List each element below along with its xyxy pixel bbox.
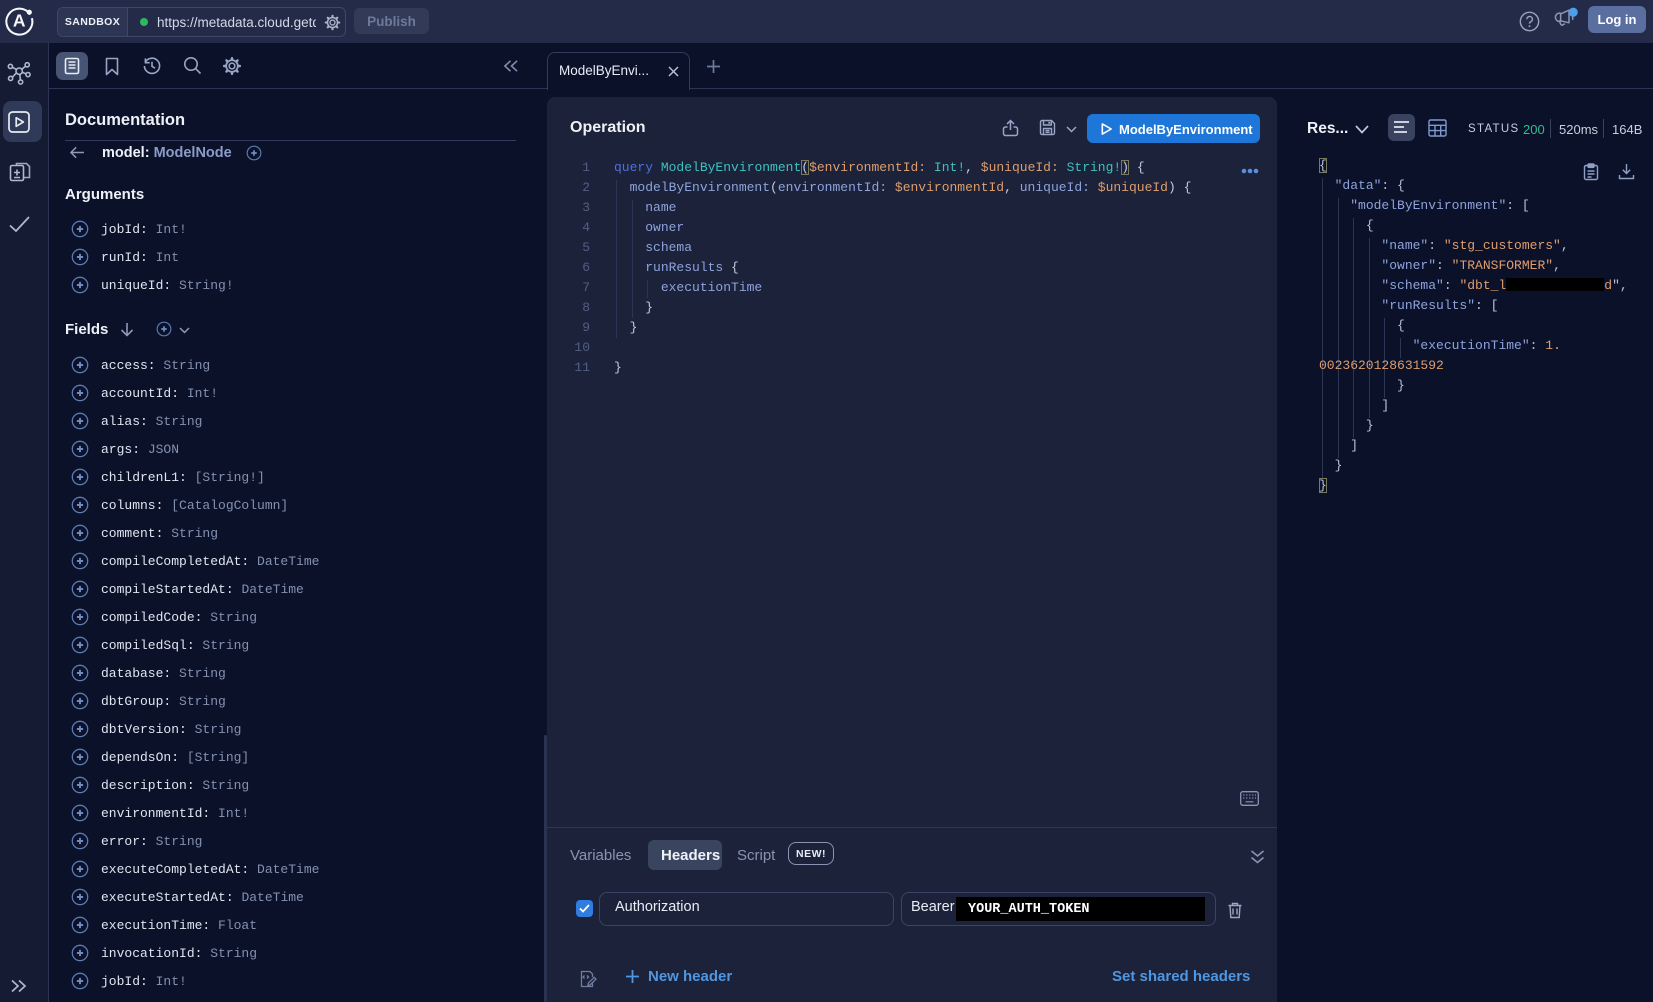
svg-text:A: A bbox=[13, 11, 26, 31]
